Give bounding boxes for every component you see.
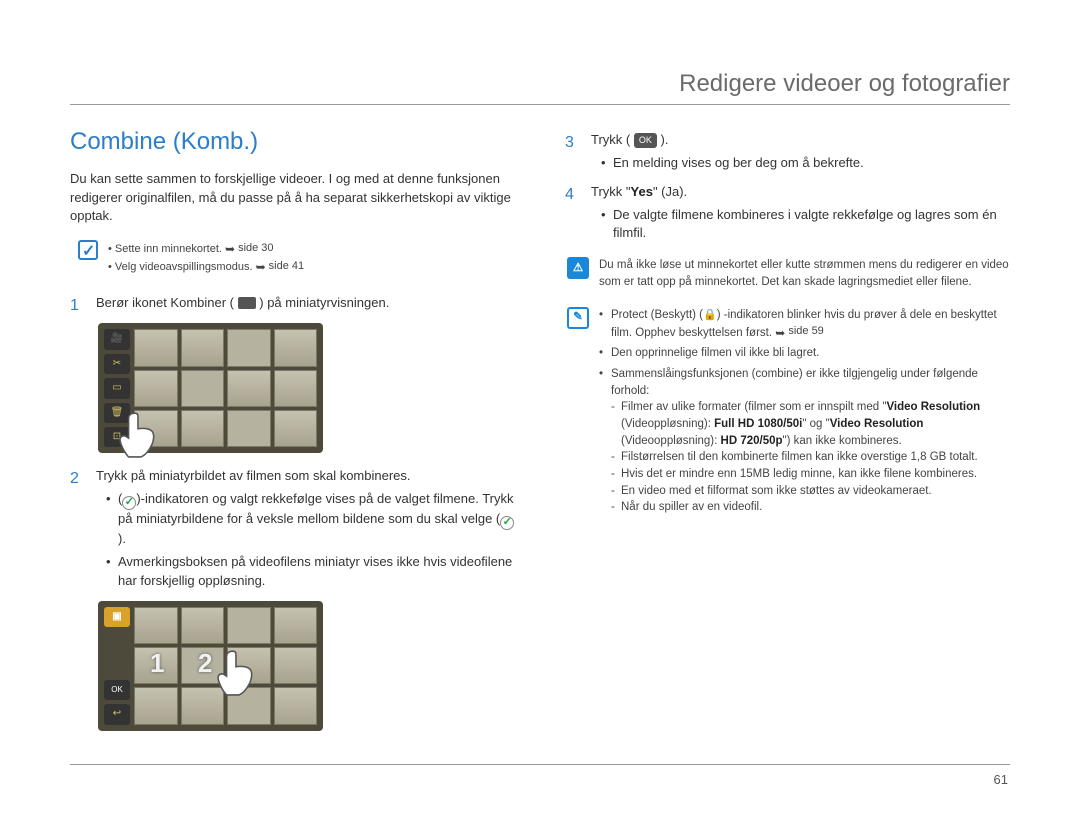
note-subitem: En video med et filformat som ikke støtt…: [611, 483, 1010, 500]
prerequisite-box: Sette inn minnekortet. ➥side 30 Velg vid…: [78, 240, 515, 276]
thumbnail-cell[interactable]: [227, 687, 271, 724]
chapter-title: Redigere videoer og fotografier: [70, 70, 1010, 98]
thumbnail-cell[interactable]: [274, 370, 318, 407]
step-body: Berør ikonet Kombiner ( ) på miniatyrvis…: [96, 294, 515, 317]
step-number: 3: [565, 131, 579, 177]
note-icon: ✎: [567, 307, 589, 329]
step-bullet: En melding vises og ber deg om å bekreft…: [601, 154, 1010, 173]
thumbnail-cell[interactable]: [227, 370, 271, 407]
thumbnail-cell[interactable]: [227, 647, 271, 684]
thumbnail-cell[interactable]: [134, 687, 178, 724]
column-left: Combine (Komb.) Du kan sette sammen to f…: [70, 125, 515, 745]
prerequisite-list: Sette inn minnekortet. ➥side 30 Velg vid…: [108, 240, 304, 276]
thumbnail-sidebar: 🎥 ✂ ▭ 🗑 ⊡: [104, 329, 130, 447]
note-subitem: Hvis det er mindre enn 15MB ledig minne,…: [611, 466, 1010, 483]
thumbnail-cell[interactable]: [274, 647, 318, 684]
step-bullet: ()-indikatoren og valgt rekkefølge vises…: [106, 490, 515, 549]
step: 2 Trykk på miniatyrbildet av filmen som …: [70, 467, 515, 594]
side-button[interactable]: ▭: [104, 378, 130, 398]
note-callout: ✎ Protect (Beskytt) (🔒) -indikatoren bli…: [567, 307, 1010, 520]
thumbnail-cell[interactable]: [181, 410, 225, 447]
thumbnail-cell[interactable]: [227, 410, 271, 447]
warning-callout: ⚠ Du må ikke løse ut minnekortet eller k…: [567, 257, 1010, 290]
thumbnail-cell[interactable]: [227, 607, 271, 644]
note-body: Protect (Beskytt) (🔒) -indikatoren blink…: [599, 307, 1010, 520]
thumbnail-grid: [134, 329, 317, 447]
step-number: 2: [70, 467, 84, 594]
step: 3 Trykk ( OK ). En melding vises og ber …: [565, 131, 1010, 177]
side-button[interactable]: ✂: [104, 354, 130, 374]
note-subitem: Filstørrelsen til den kombinerte filmen …: [611, 449, 1010, 466]
step: 4 Trykk "Yes" (Ja). De valgte filmene ko…: [565, 183, 1010, 248]
page-ref-arrow-icon: ➥: [225, 241, 235, 258]
ok-button[interactable]: OK: [104, 680, 130, 700]
note-subitem: Når du spiller av en videofil.: [611, 499, 1010, 516]
thumbnail-cell[interactable]: [181, 687, 225, 724]
step-bullet: Avmerkingsboksen på videofilens miniatyr…: [106, 553, 515, 591]
step-body: Trykk "Yes" (Ja). De valgte filmene komb…: [591, 183, 1010, 248]
thumbnail-cell[interactable]: [227, 329, 271, 366]
page-number: 61: [994, 772, 1008, 787]
thumbnail-cell[interactable]: [274, 687, 318, 724]
step-number: 1: [70, 294, 84, 317]
step-body: Trykk på miniatyrbildet av filmen som sk…: [96, 467, 515, 594]
thumbnail-cell[interactable]: [134, 329, 178, 366]
warning-icon: ⚠: [567, 257, 589, 279]
selection-number: 1: [150, 645, 164, 683]
step: 1 Berør ikonet Kombiner ( ) på miniatyrv…: [70, 294, 515, 317]
thumbnail-cell[interactable]: [134, 607, 178, 644]
content-columns: Combine (Komb.) Du kan sette sammen to f…: [70, 125, 1010, 745]
side-button[interactable]: 🎥: [104, 329, 130, 349]
check-icon: [500, 516, 514, 530]
checkbox-icon: [78, 240, 98, 260]
page-ref-arrow-icon: ➥: [256, 259, 266, 276]
thumbnail-panel: ▣ OK ↩ 1 2: [98, 601, 323, 731]
header-rule: [70, 104, 1010, 105]
selection-number: 2: [198, 645, 212, 683]
thumbnail-sidebar: ▣ OK ↩: [104, 607, 130, 725]
combine-icon: [238, 297, 256, 309]
back-button[interactable]: ↩: [104, 704, 130, 724]
footer-rule: [70, 764, 1010, 765]
step-number: 4: [565, 183, 579, 248]
thumbnail-cell[interactable]: [274, 410, 318, 447]
thumbnail-cell[interactable]: [134, 370, 178, 407]
prereq-item: Velg videoavspillingsmodus. ➥side 41: [108, 258, 304, 276]
note-item: Den opprinnelige filmen vil ikke bli lag…: [599, 345, 1010, 362]
note-subitem: Filmer av ulike formater (filmer som er …: [611, 399, 1010, 449]
ok-icon: OK: [634, 133, 657, 148]
side-button[interactable]: ⊡: [104, 427, 130, 447]
thumbnail-cell[interactable]: [181, 370, 225, 407]
note-item: Sammenslåingsfunksjonen (combine) er ikk…: [599, 366, 1010, 516]
thumbnail-cell[interactable]: [134, 410, 178, 447]
step-body: Trykk ( OK ). En melding vises og ber de…: [591, 131, 1010, 177]
section-title: Combine (Komb.): [70, 125, 515, 160]
intro-text: Du kan sette sammen to forskjellige vide…: [70, 170, 515, 227]
thumbnail-cell[interactable]: [274, 607, 318, 644]
page-ref-arrow-icon: ➥: [775, 325, 785, 342]
step-bullet: De valgte filmene kombineres i valgte re…: [601, 206, 1010, 244]
thumbnail-cell[interactable]: [181, 607, 225, 644]
lock-icon: 🔒: [703, 308, 717, 324]
side-button-active[interactable]: ▣: [104, 607, 130, 627]
note-item: Protect (Beskytt) (🔒) -indikatoren blink…: [599, 307, 1010, 342]
prereq-item: Sette inn minnekortet. ➥side 30: [108, 240, 304, 258]
thumbnail-cell[interactable]: [274, 329, 318, 366]
side-button[interactable]: 🗑: [104, 403, 130, 423]
warning-text: Du må ikke løse ut minnekortet eller kut…: [599, 257, 1010, 290]
check-icon: [122, 496, 136, 510]
column-right: 3 Trykk ( OK ). En melding vises og ber …: [565, 125, 1010, 745]
thumbnail-cell[interactable]: [181, 329, 225, 366]
thumbnail-panel: 🎥 ✂ ▭ 🗑 ⊡: [98, 323, 323, 453]
